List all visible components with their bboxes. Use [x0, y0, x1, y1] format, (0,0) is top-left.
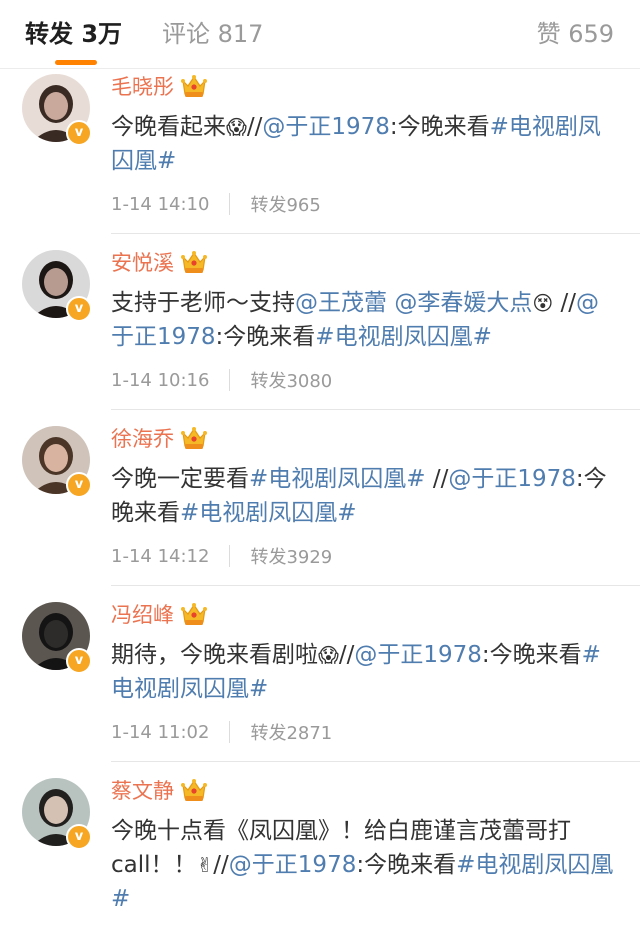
user-name[interactable]: 蔡文静: [111, 775, 174, 805]
timestamp: 1-14 14:12: [111, 545, 210, 567]
list-item[interactable]: v 毛晓彤今晚看起来😱//@于正1978:今晚来看#电视剧凤囚凰# 1-14 14:…: [0, 70, 640, 247]
post-text: 今晚一定要看: [111, 466, 249, 492]
post-content: 期待，今晚来看剧啦😱//@于正1978:今晚来看#电视剧凤囚凰#: [111, 638, 621, 706]
emoji-icon: 😱: [226, 115, 247, 139]
post-meta: 1-14 11:02 转发2871: [111, 717, 332, 747]
active-tab-indicator: [55, 60, 97, 65]
meta-separator: [229, 193, 231, 215]
crown-icon: [180, 425, 208, 451]
post-text: :今晚来看: [215, 324, 316, 350]
mention-link[interactable]: @李春媛大点: [394, 290, 532, 316]
verified-badge: v: [66, 120, 92, 146]
crown-icon: [180, 249, 208, 275]
tab-reposts[interactable]: 转发 3万: [25, 14, 122, 49]
crown-icon: [180, 73, 208, 99]
post-content: 今晚一定要看#电视剧凤囚凰# //@于正1978:今晚来看#电视剧凤囚凰#: [111, 462, 621, 530]
mention-link[interactable]: @王茂蕾: [295, 290, 387, 316]
post-text: //: [338, 642, 355, 668]
post-text: 支持于老师～支持: [111, 290, 295, 316]
name-row: 安悦溪: [111, 246, 208, 278]
item-divider: [111, 233, 640, 234]
timestamp: 1-14 10:16: [111, 369, 210, 391]
list-item[interactable]: v 安悦溪支持于老师～支持@王茂蕾 @李春媛大点😵 //@于正1978:今晚来看#…: [0, 246, 640, 423]
tab-likes[interactable]: 赞 659: [537, 14, 614, 49]
meta-separator: [229, 721, 231, 743]
tab-comments[interactable]: 评论 817: [162, 14, 263, 49]
timestamp: 1-14 11:02: [111, 721, 210, 743]
crown-icon: [180, 777, 208, 803]
emoji-icon: 😵: [532, 291, 554, 315]
list-item[interactable]: v 冯绍峰期待，今晚来看剧啦😱//@于正1978:今晚来看#电视剧凤囚凰# 1-14…: [0, 598, 640, 775]
list-item[interactable]: v 蔡文静今晚十点看《凤囚凰》！给白鹿谨言茂蕾哥打call！！✌//@于正1978…: [0, 774, 640, 951]
post-content: 今晚十点看《凤囚凰》！给白鹿谨言茂蕾哥打call！！✌//@于正1978:今晚来…: [111, 814, 621, 916]
mention-link[interactable]: @于正1978: [229, 852, 357, 878]
crown-icon: [180, 601, 208, 627]
hashtag-link[interactable]: #电视剧凤囚凰#: [315, 324, 492, 350]
post-meta: 1-14 10:16 转发3080: [111, 365, 332, 395]
post-content: 今晚看起来😱//@于正1978:今晚来看#电视剧凤囚凰#: [111, 110, 621, 178]
tab-bar: 转发 3万 评论 817 赞 659: [0, 0, 640, 68]
emoji-icon: ✌: [196, 853, 214, 877]
timestamp: 1-14 14:10: [111, 193, 210, 215]
name-row: 蔡文静: [111, 774, 208, 806]
post-text: :今晚来看: [389, 114, 490, 140]
repost-count[interactable]: 转发3080: [250, 367, 332, 393]
mention-link[interactable]: @于正1978: [262, 114, 390, 140]
item-divider: [111, 761, 640, 762]
user-name[interactable]: 毛晓彤: [111, 71, 174, 101]
tabs-divider: [0, 68, 640, 69]
verified-badge: v: [66, 648, 92, 674]
name-row: 徐海乔: [111, 422, 208, 454]
list-item[interactable]: v 徐海乔今晚一定要看#电视剧凤囚凰# //@于正1978:今晚来看#电视剧凤囚凰…: [0, 422, 640, 599]
post-text: :今晚来看: [481, 642, 582, 668]
user-name[interactable]: 徐海乔: [111, 423, 174, 453]
emoji-icon: 😱: [318, 643, 339, 667]
repost-count[interactable]: 转发2871: [250, 719, 332, 745]
post-text: //: [425, 466, 449, 492]
mention-link[interactable]: @于正1978: [448, 466, 576, 492]
name-row: 冯绍峰: [111, 598, 208, 630]
post-text: //: [246, 114, 263, 140]
verified-badge: v: [66, 296, 92, 322]
post-text: //: [213, 852, 229, 878]
meta-separator: [229, 545, 231, 567]
hashtag-link[interactable]: #电视剧凤囚凰#: [180, 500, 357, 526]
verified-badge: v: [66, 824, 92, 850]
post-meta: 1-14 14:10 转发965: [111, 189, 321, 219]
post-text: 期待，今晚来看剧啦: [111, 642, 318, 668]
name-row: 毛晓彤: [111, 70, 208, 102]
verified-badge: v: [66, 472, 92, 498]
hashtag-link[interactable]: #电视剧凤囚凰#: [249, 466, 426, 492]
post-content: 支持于老师～支持@王茂蕾 @李春媛大点😵 //@于正1978:今晚来看#电视剧凤…: [111, 286, 621, 354]
user-name[interactable]: 冯绍峰: [111, 599, 174, 629]
post-text: :今晚来看: [356, 852, 457, 878]
item-divider: [111, 409, 640, 410]
repost-count[interactable]: 转发965: [250, 191, 320, 217]
repost-count[interactable]: 转发3929: [250, 543, 332, 569]
post-meta: 1-14 14:12 转发3929: [111, 541, 332, 571]
user-name[interactable]: 安悦溪: [111, 247, 174, 277]
post-text: //: [553, 290, 576, 316]
meta-separator: [229, 369, 231, 391]
post-text: 今晚看起来: [111, 114, 226, 140]
item-divider: [111, 585, 640, 586]
mention-link[interactable]: @于正1978: [354, 642, 482, 668]
